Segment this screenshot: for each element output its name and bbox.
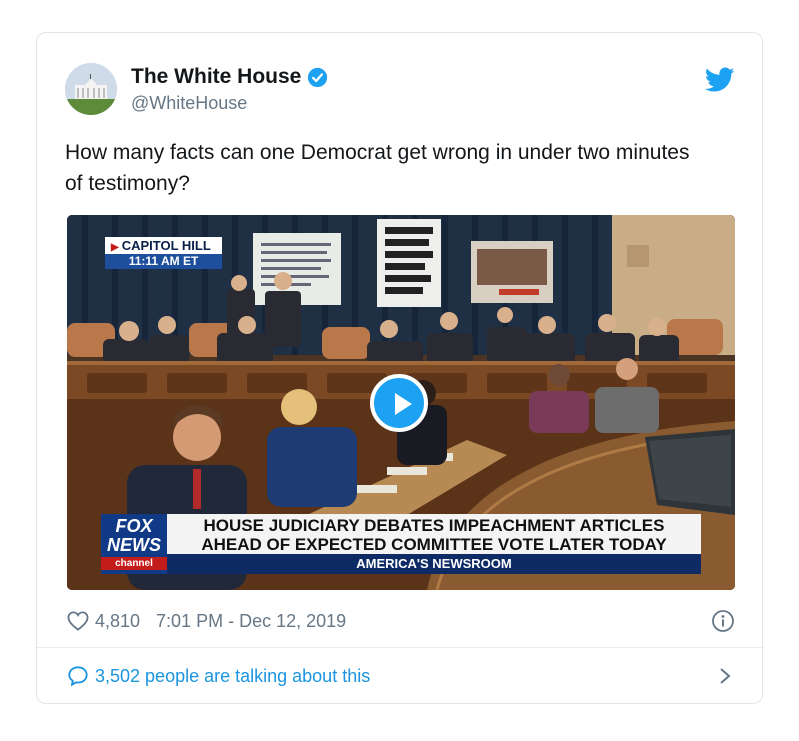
bug-location: CAPITOL HILL bbox=[121, 238, 211, 253]
lower-third: FOX NEWS channel HOUSE JUDICIARY DEBATES… bbox=[101, 514, 701, 574]
headline-line-1: HOUSE JUDICIARY DEBATES IMPEACHMENT ARTI… bbox=[203, 516, 665, 535]
location-bug: ▶ CAPITOL HILL 11:11 AM ET bbox=[105, 237, 222, 271]
tweet-header: The White House @WhiteHouse bbox=[65, 63, 735, 119]
conversation-link[interactable]: 3,502 people are talking about this bbox=[67, 661, 735, 691]
video-player[interactable]: ▶ CAPITOL HILL 11:11 AM ET FOX NEWS chann… bbox=[67, 215, 735, 590]
twitter-bird-icon[interactable] bbox=[705, 67, 735, 93]
avatar[interactable] bbox=[65, 63, 117, 115]
author-display-name[interactable]: The White House bbox=[131, 65, 328, 89]
headline-line-2: AHEAD OF EXPECTED COMMITTEE VOTE LATER T… bbox=[201, 535, 667, 554]
fox-news-logo: FOX NEWS channel bbox=[101, 514, 167, 574]
tweet-text: How many facts can one Democrat get wron… bbox=[65, 141, 690, 195]
triangle-icon: ▶ bbox=[111, 242, 119, 253]
tweet-timestamp[interactable]: 7:01 PM - Dec 12, 2019 bbox=[156, 611, 346, 632]
like-count[interactable]: 4,810 bbox=[95, 611, 140, 632]
author-names[interactable]: The White House @WhiteHouse bbox=[131, 65, 328, 114]
chevron-right-icon[interactable] bbox=[719, 667, 731, 685]
verified-badge-icon bbox=[308, 67, 328, 87]
program-name: AMERICA'S NEWSROOM bbox=[167, 554, 701, 574]
tweet-meta: 4,810 7:01 PM - Dec 12, 2019 bbox=[67, 607, 735, 635]
chat-bubble-icon bbox=[68, 666, 88, 687]
info-icon[interactable] bbox=[711, 609, 735, 633]
bug-time: 11:11 AM ET bbox=[105, 254, 222, 269]
heart-icon[interactable] bbox=[67, 611, 89, 631]
conversation-count[interactable]: 3,502 people are talking about this bbox=[95, 666, 370, 687]
news-headline: HOUSE JUDICIARY DEBATES IMPEACHMENT ARTI… bbox=[167, 514, 701, 554]
play-icon[interactable] bbox=[370, 374, 428, 432]
author-handle[interactable]: @WhiteHouse bbox=[131, 93, 328, 114]
display-name-text: The White House bbox=[131, 65, 302, 88]
tweet-card[interactable]: The White House @WhiteHouse How many fac… bbox=[36, 32, 764, 704]
divider bbox=[37, 647, 764, 648]
